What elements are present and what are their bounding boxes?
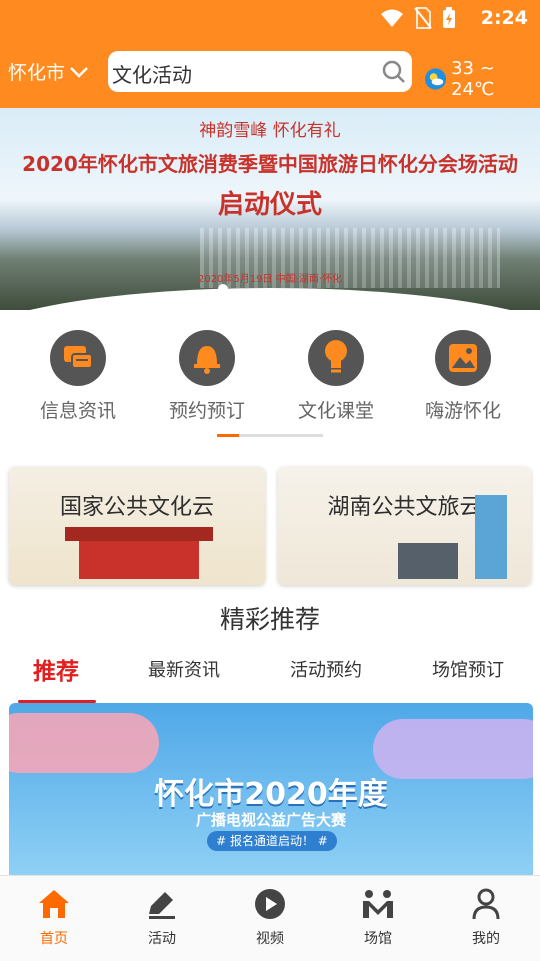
search-icon[interactable]	[380, 58, 406, 84]
recommend-badge: # 报名通道启动！ #	[207, 831, 337, 851]
home-icon	[39, 890, 69, 918]
city-selector[interactable]: 怀化市	[8, 58, 89, 85]
status-icons	[380, 7, 456, 29]
tower-illustration	[398, 543, 458, 579]
section-title: 精彩推荐	[219, 605, 320, 634]
quick-item-news[interactable]: 信息资讯	[23, 330, 133, 423]
quick-item-travel[interactable]: 嗨游怀化	[408, 330, 518, 423]
battery-icon	[443, 7, 455, 28]
banner-slogan: 神韵雪峰 怀化有礼	[199, 121, 341, 141]
banner-date: 2020年5月19日 中国·湖南·怀化	[197, 274, 343, 285]
weather: 33 ~ 24℃	[424, 58, 540, 100]
quick-item-booking[interactable]: 预约预订	[152, 330, 262, 423]
status-time: 2:24	[480, 7, 528, 29]
nav-video[interactable]: 视频	[230, 888, 310, 948]
tab-event-booking[interactable]: 活动预约	[290, 656, 362, 682]
banner-title: 2020年怀化市文旅消费季暨中国旅游日怀化分会场活动	[22, 152, 518, 176]
tab-venue-booking[interactable]: 场馆预订	[432, 656, 504, 682]
banner-pager-dot[interactable]	[218, 284, 228, 294]
bell-icon	[179, 330, 235, 386]
nav-label-home: 首页	[40, 931, 68, 947]
recommend-banner[interactable]: 怀化市2020年度 广播电视公益广告大赛 # 报名通道启动！ #	[9, 703, 533, 875]
card-hunan-culture-cloud[interactable]: 湖南公共文旅云	[278, 467, 531, 585]
header: 怀化市 文化活动 33 ~ 24℃	[0, 36, 540, 108]
weather-temp: 33 ~ 24℃	[451, 58, 495, 100]
search-input[interactable]: 文化活动	[112, 59, 192, 88]
nav-label-profile: 我的	[472, 931, 500, 947]
card-national-culture-cloud[interactable]: 国家公共文化云	[9, 467, 265, 585]
tab-latest-news[interactable]: 最新资讯	[148, 656, 220, 682]
chevron-down-icon	[70, 66, 88, 78]
bottom-nav: 首页 活动 视频 场馆 我的	[0, 875, 540, 961]
message-icon	[50, 330, 106, 386]
status-bar: 2:24	[0, 0, 540, 36]
palace-illustration	[65, 527, 213, 579]
quick-label-class: 文化课堂	[297, 400, 374, 422]
cloud-decoration	[9, 713, 159, 773]
lightbulb-icon	[308, 330, 364, 386]
wifi-icon	[381, 9, 403, 27]
city-label: 怀化市	[8, 62, 66, 84]
quick-menu: 信息资讯 预约预订 文化课堂 嗨游怀化	[0, 330, 540, 430]
recommend-subtitle: 广播电视公益广告大赛	[195, 811, 346, 829]
nav-home[interactable]: 首页	[14, 888, 94, 948]
quick-item-class[interactable]: 文化课堂	[281, 330, 391, 423]
nav-venue[interactable]: 场馆	[338, 888, 418, 948]
card-title: 国家公共文化云	[59, 495, 214, 520]
quick-label-news: 信息资讯	[39, 400, 116, 422]
edit-icon	[149, 892, 175, 919]
play-icon	[255, 889, 285, 919]
skyscraper-illustration	[475, 495, 507, 579]
quick-label-booking: 预约预订	[168, 400, 245, 422]
nav-label-venue: 场馆	[364, 931, 392, 947]
search-bar[interactable]: 文化活动	[108, 51, 412, 92]
nav-label-video: 视频	[256, 931, 284, 947]
hero-banner[interactable]: 神韵雪峰 怀化有礼 2020年怀化市文旅消费季暨中国旅游日怀化分会场活动 启动仪…	[0, 108, 540, 310]
recommend-title: 怀化市2020年度	[154, 777, 388, 812]
weather-icon	[424, 68, 447, 90]
banner-subtitle: 启动仪式	[217, 190, 322, 220]
nav-activity[interactable]: 活动	[122, 888, 202, 948]
menu-page-indicator-active	[217, 434, 239, 437]
tab-recommend[interactable]: 推荐	[33, 652, 79, 686]
no-sim-icon	[414, 7, 432, 29]
nav-label-activity: 活动	[148, 931, 176, 947]
picture-icon	[435, 330, 491, 386]
nav-profile[interactable]: 我的	[446, 888, 526, 948]
quick-label-travel: 嗨游怀化	[424, 400, 501, 422]
venue-icon	[363, 890, 393, 918]
recommend-tabs: 推荐 最新资讯 活动预约 场馆预订	[0, 650, 540, 700]
banner-curve	[0, 288, 540, 310]
user-icon	[472, 888, 500, 920]
